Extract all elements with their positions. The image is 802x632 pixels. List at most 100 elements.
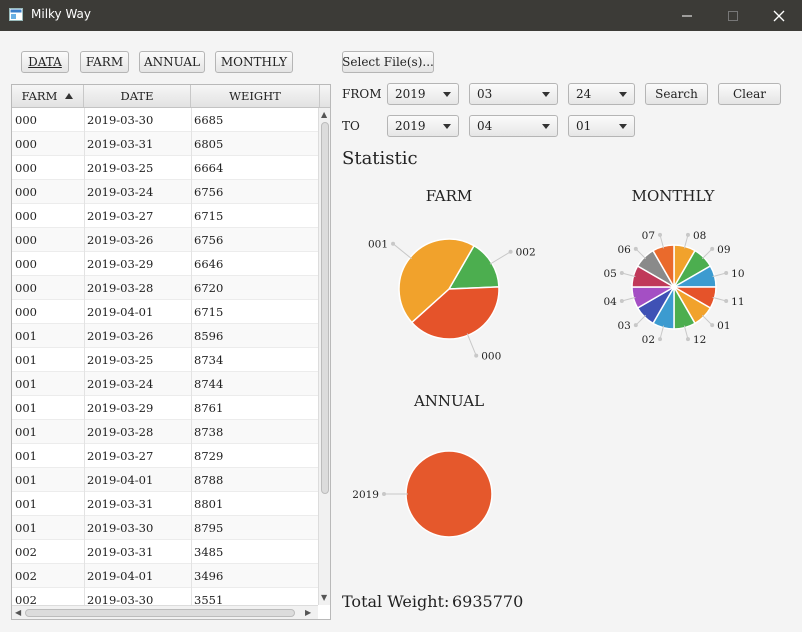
pie-label-dot [710, 323, 715, 328]
date-cell: 2019-04-01 [87, 473, 154, 487]
weight-cell: 6805 [194, 137, 224, 151]
scroll-up-icon[interactable]: ▲ [321, 110, 327, 119]
sort-ascending-icon [65, 93, 74, 99]
weight-cell: 6715 [194, 209, 224, 223]
table-row[interactable]: 002 2019-03-30 3551 [12, 588, 318, 605]
chevron-down-icon [619, 92, 627, 97]
from-month-select[interactable]: 03 [469, 83, 558, 105]
table-row[interactable]: 001 2019-03-29 8761 [12, 396, 318, 420]
weight-cell: 8729 [194, 449, 224, 463]
search-button-label: Search [655, 87, 698, 101]
table-row[interactable]: 001 2019-03-28 8738 [12, 420, 318, 444]
annual-button[interactable]: ANNUAL [139, 51, 205, 73]
title-bar: Milky Way [0, 0, 802, 31]
column-divider [191, 108, 192, 605]
from-year-select[interactable]: 2019 [387, 83, 459, 105]
minimize-button[interactable] [664, 0, 710, 31]
vertical-scroll-thumb[interactable] [321, 122, 329, 494]
to-month-value: 04 [477, 119, 493, 133]
pie-label-01: 01 [717, 320, 730, 332]
scroll-down-icon[interactable]: ▼ [321, 593, 327, 602]
date-cell: 2019-04-01 [87, 569, 154, 583]
table-row[interactable]: 000 2019-03-27 6715 [12, 204, 318, 228]
pie-label-12: 12 [693, 334, 706, 346]
date-cell: 2019-03-24 [87, 185, 154, 199]
table-row[interactable]: 000 2019-03-28 6720 [12, 276, 318, 300]
scroll-left-icon[interactable]: ◀ [15, 608, 21, 617]
data-button-label: DATA [28, 55, 62, 69]
select-files-button[interactable]: Select File(s)... [342, 51, 434, 73]
table-row[interactable]: 000 2019-04-01 6715 [12, 300, 318, 324]
table-row[interactable]: 001 2019-03-25 8734 [12, 348, 318, 372]
from-label: FROM [342, 87, 382, 101]
maximize-button[interactable] [710, 0, 756, 31]
table-row[interactable]: 002 2019-04-01 3496 [12, 564, 318, 588]
horizontal-scroll-thumb[interactable] [25, 609, 295, 617]
table-body: 000 2019-03-30 6685 000 2019-03-31 6805 000 201… [12, 108, 318, 605]
search-button[interactable]: Search [645, 83, 708, 105]
from-day-value: 24 [576, 87, 592, 101]
date-cell: 2019-03-31 [87, 545, 154, 559]
farm-cell: 000 [15, 137, 37, 151]
farm-cell: 000 [15, 305, 37, 319]
pie-label-line [392, 243, 413, 260]
column-header-weight[interactable]: WEIGHT [191, 85, 320, 107]
date-cell: 2019-03-30 [87, 521, 154, 535]
to-month-select[interactable]: 04 [469, 115, 558, 137]
farm-cell: 002 [15, 593, 37, 605]
to-day-select[interactable]: 01 [568, 115, 635, 137]
table-row[interactable]: 002 2019-03-31 3485 [12, 540, 318, 564]
date-cell: 2019-03-30 [87, 593, 154, 605]
date-cell: 2019-03-28 [87, 281, 154, 295]
weight-cell: 3496 [194, 569, 224, 583]
vertical-scrollbar[interactable]: ▲ ▼ [318, 108, 330, 605]
date-cell: 2019-03-29 [87, 257, 154, 271]
farm-cell: 000 [15, 113, 37, 127]
table-row[interactable]: 000 2019-03-25 6664 [12, 156, 318, 180]
table-row[interactable]: 000 2019-03-26 6756 [12, 228, 318, 252]
clear-button[interactable]: Clear [718, 83, 781, 105]
column-header-farm[interactable]: FARM [12, 85, 84, 107]
table-row[interactable]: 000 2019-03-24 6756 [12, 180, 318, 204]
from-day-select[interactable]: 24 [568, 83, 635, 105]
pie-label-line [635, 314, 647, 326]
table-row[interactable]: 001 2019-03-31 8801 [12, 492, 318, 516]
table-row[interactable]: 001 2019-03-26 8596 [12, 324, 318, 348]
farm-cell: 001 [15, 425, 37, 439]
weight-cell: 6756 [194, 185, 224, 199]
pie-label-dot [724, 298, 729, 303]
data-table: FARM DATE WEIGHT 000 2019-03-30 6685 000 201… [11, 84, 331, 620]
data-button[interactable]: DATA [21, 51, 69, 73]
pie-label-line [635, 248, 647, 260]
table-row[interactable]: 000 2019-03-31 6805 [12, 132, 318, 156]
table-row[interactable]: 001 2019-03-24 8744 [12, 372, 318, 396]
scroll-right-icon[interactable]: ▶ [305, 608, 311, 617]
column-header-date[interactable]: DATE [84, 85, 191, 107]
weight-cell: 8744 [194, 377, 224, 391]
date-cell: 2019-03-25 [87, 161, 154, 175]
pie-label-05: 05 [603, 268, 616, 280]
weight-cell: 6715 [194, 305, 224, 319]
pie-label-2019: 2019 [352, 489, 379, 501]
farm-button[interactable]: FARM [80, 51, 129, 73]
farm-cell: 001 [15, 473, 37, 487]
to-year-select[interactable]: 2019 [387, 115, 459, 137]
horizontal-scrollbar[interactable]: ◀ ▶ [12, 605, 318, 619]
to-day-value: 01 [576, 119, 592, 133]
pie-label-dot [474, 353, 479, 358]
weight-cell: 8795 [194, 521, 224, 535]
minimize-icon [682, 15, 692, 16]
pie-label-line [489, 251, 511, 265]
date-cell: 2019-03-24 [87, 377, 154, 391]
weight-cell: 8788 [194, 473, 224, 487]
table-row[interactable]: 000 2019-03-29 6646 [12, 252, 318, 276]
weight-cell: 6664 [194, 161, 224, 175]
table-row[interactable]: 000 2019-03-30 6685 [12, 108, 318, 132]
table-row[interactable]: 001 2019-03-30 8795 [12, 516, 318, 540]
table-row[interactable]: 001 2019-03-27 8729 [12, 444, 318, 468]
monthly-button[interactable]: MONTHLY [215, 51, 293, 73]
weight-cell: 8596 [194, 329, 224, 343]
table-row[interactable]: 001 2019-04-01 8788 [12, 468, 318, 492]
close-button[interactable] [756, 0, 802, 31]
farm-cell: 000 [15, 257, 37, 271]
